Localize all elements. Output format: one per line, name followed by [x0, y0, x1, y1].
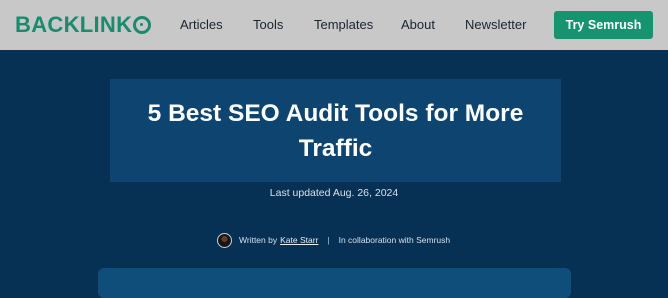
logo-o-icon [133, 16, 152, 34]
logo-text: BACKLINK [15, 12, 133, 37]
author-byline: Written by Kate Starr | In collaboration… [217, 232, 450, 248]
nav-about[interactable]: About [401, 17, 435, 33]
page-title: 5 Best SEO Audit Tools for More Traffic [147, 99, 524, 162]
last-updated-date: Last updated Aug. 26, 2024 [269, 187, 399, 199]
byline-separator: | [327, 235, 330, 245]
top-navigation-bar: BACKLINK Articles Tools Templates About … [0, 0, 668, 50]
nav-newsletter[interactable]: Newsletter [465, 17, 526, 33]
author-link[interactable]: Kate Starr [280, 235, 318, 245]
content-card [98, 268, 571, 298]
written-by-label: Written by [239, 235, 278, 245]
backlinko-logo[interactable]: BACKLINK [15, 12, 152, 38]
nav-articles[interactable]: Articles [180, 17, 223, 33]
hero-title-box: 5 Best SEO Audit Tools for More Traffic [110, 79, 561, 182]
author-avatar [217, 232, 232, 248]
try-semrush-button[interactable]: Try Semrush [554, 11, 653, 39]
nav-tools[interactable]: Tools [253, 17, 283, 33]
collaboration-note: In collaboration with Semrush [338, 235, 451, 245]
nav-templates[interactable]: Templates [314, 17, 373, 33]
